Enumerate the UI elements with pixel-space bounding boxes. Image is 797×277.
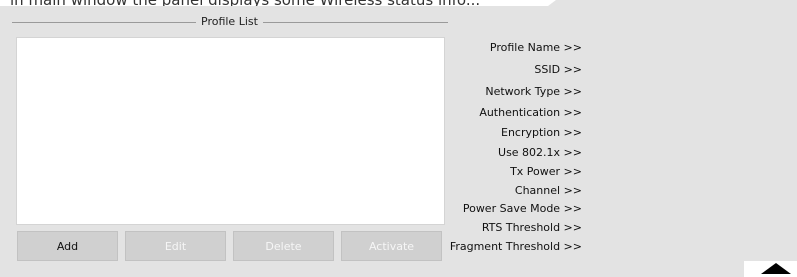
edit-button[interactable]: Edit: [125, 231, 226, 261]
authentication-label: Authentication >>: [479, 106, 582, 119]
profile-name-label: Profile Name >>: [489, 41, 582, 54]
fragment-threshold-label: Fragment Threshold >>: [449, 240, 582, 253]
tx-power-label: Tx Power >>: [510, 165, 582, 178]
delete-button[interactable]: Delete: [233, 231, 334, 261]
triangle-up-icon[interactable]: [761, 263, 791, 274]
profile-list-title: Profile List: [196, 15, 263, 28]
ssid-label: SSID >>: [534, 63, 582, 76]
network-type-label: Network Type >>: [485, 85, 582, 98]
profile-list[interactable]: [16, 37, 445, 225]
rts-threshold-label: RTS Threshold >>: [481, 221, 582, 234]
add-button[interactable]: Add: [17, 231, 118, 261]
power-save-mode-label: Power Save Mode >>: [462, 202, 582, 215]
encryption-label: Encryption >>: [501, 126, 582, 139]
use-8021x-label: Use 802.1x >>: [498, 146, 582, 159]
activate-button[interactable]: Activate: [341, 231, 442, 261]
channel-label: Channel >>: [514, 184, 582, 197]
profile-panel: Profile List Add Edit Delete Activate Pr…: [0, 0, 797, 277]
